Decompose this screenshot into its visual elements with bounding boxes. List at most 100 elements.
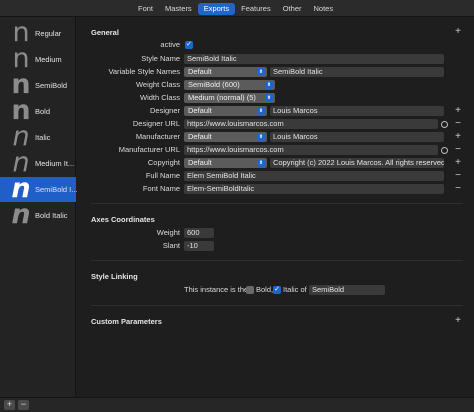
sidebar-item-semibold-italic[interactable]: n SemiBold I... bbox=[0, 177, 78, 202]
sidebar-item-label: Bold Italic bbox=[35, 211, 68, 220]
instances-sidebar: n Regular n Medium n SemiBold n Bold n I… bbox=[0, 17, 78, 397]
sidebar-item-label: Medium bbox=[35, 55, 62, 64]
manufacturer-language-popup[interactable]: Default ⬍ bbox=[184, 132, 267, 142]
copyright-label: Copyright bbox=[147, 158, 180, 167]
sidebar-item-regular[interactable]: n Regular bbox=[0, 21, 76, 46]
slant-axis-label: Slant bbox=[162, 241, 180, 250]
tab-features[interactable]: Features bbox=[235, 3, 277, 15]
bold-link-label: Bold, bbox=[256, 285, 274, 294]
font-name-label: Font Name bbox=[142, 184, 180, 193]
weight-class-popup[interactable]: SemiBold (600) ⬍ bbox=[184, 80, 275, 90]
remove-instance-button[interactable]: − bbox=[18, 400, 29, 410]
chevron-updown-icon: ⬍ bbox=[257, 68, 265, 76]
chevron-updown-icon: ⬍ bbox=[257, 159, 265, 167]
designer-language-popup[interactable]: Default ⬍ bbox=[184, 106, 267, 116]
sidebar-item-label: SemiBold bbox=[35, 81, 68, 90]
slant-axis-field[interactable]: -10 bbox=[184, 241, 214, 251]
add-copyright-button[interactable]: + bbox=[453, 158, 463, 168]
add-general-parameter-button[interactable]: + bbox=[453, 27, 463, 37]
full-name-field[interactable]: Elem SemiBold Italic bbox=[184, 171, 444, 181]
section-title-style-linking: Style Linking bbox=[91, 272, 138, 281]
sidebar-item-label: Italic bbox=[35, 133, 51, 142]
popup-value: Default bbox=[188, 132, 212, 141]
active-checkbox[interactable]: ✓ bbox=[185, 41, 193, 49]
tab-exports[interactable]: Exports bbox=[197, 3, 236, 15]
popup-value: Default bbox=[188, 67, 212, 76]
sidebar-item-label: SemiBold I... bbox=[35, 185, 78, 194]
chevron-updown-icon: ⬍ bbox=[265, 94, 273, 102]
glyph-preview: n bbox=[12, 151, 30, 176]
style-name-field[interactable]: SemiBold Italic bbox=[184, 54, 444, 64]
sidebar-item-italic[interactable]: n Italic bbox=[0, 125, 76, 150]
section-divider bbox=[91, 203, 463, 204]
sidebar-item-bold[interactable]: n Bold bbox=[0, 99, 76, 124]
top-toolbar: Font Masters Exports Features Other Note… bbox=[0, 0, 474, 17]
tab-other[interactable]: Other bbox=[277, 3, 308, 15]
italic-link-checkbox[interactable]: ✓ bbox=[273, 286, 281, 294]
manufacturer-field[interactable]: Louis Marcos bbox=[270, 132, 444, 142]
add-designer-button[interactable]: + bbox=[453, 106, 463, 116]
italic-link-label: Italic of bbox=[283, 285, 307, 294]
section-divider bbox=[91, 260, 463, 261]
chevron-updown-icon: ⬍ bbox=[265, 81, 273, 89]
tab-notes[interactable]: Notes bbox=[308, 3, 340, 15]
style-linking-prefix: This instance is the bbox=[184, 285, 249, 294]
sidebar-item-bold-italic[interactable]: n Bold Italic bbox=[0, 203, 76, 228]
glyph-preview: n bbox=[11, 73, 31, 98]
designer-field[interactable]: Louis Marcos bbox=[270, 106, 444, 116]
designer-url-label: Designer URL bbox=[132, 119, 180, 128]
manufacturer-url-field[interactable]: https://www.louismarcos.com bbox=[184, 145, 438, 155]
open-link-icon[interactable] bbox=[441, 121, 448, 128]
variable-style-name-field[interactable]: SemiBold Italic bbox=[270, 67, 444, 77]
remove-designer-url-button[interactable]: − bbox=[453, 119, 463, 129]
bold-link-checkbox[interactable] bbox=[246, 286, 254, 294]
variable-style-language-popup[interactable]: Default ⬍ bbox=[184, 67, 267, 77]
designer-url-field[interactable]: https://www.louismarcos.com bbox=[184, 119, 438, 129]
popup-value: Medium (normal) (5) bbox=[188, 93, 256, 102]
remove-manufacturer-url-button[interactable]: − bbox=[453, 145, 463, 155]
section-title-axes: Axes Coordinates bbox=[91, 215, 155, 224]
sidebar-item-label: Bold bbox=[35, 107, 51, 116]
copyright-language-popup[interactable]: Default ⬍ bbox=[184, 158, 267, 168]
section-divider bbox=[91, 305, 463, 306]
add-manufacturer-button[interactable]: + bbox=[453, 132, 463, 142]
remove-full-name-button[interactable]: − bbox=[453, 171, 463, 181]
sidebar-item-label: Medium It... bbox=[35, 159, 75, 168]
remove-font-name-button[interactable]: − bbox=[453, 184, 463, 194]
full-name-label: Full Name bbox=[145, 171, 180, 180]
sidebar-item-medium[interactable]: n Medium bbox=[0, 47, 76, 72]
instance-settings-panel: General + active ✓ Style Name SemiBold I… bbox=[77, 17, 474, 397]
add-instance-button[interactable]: + bbox=[4, 400, 15, 410]
sidebar-item-label: Regular bbox=[35, 29, 62, 38]
variable-style-names-label: Variable Style Names bbox=[108, 67, 180, 76]
open-link-icon[interactable] bbox=[441, 147, 448, 154]
active-label: active bbox=[160, 40, 180, 49]
sidebar-item-semibold[interactable]: n SemiBold bbox=[0, 73, 76, 98]
manufacturer-url-label: Manufacturer URL bbox=[118, 145, 180, 154]
chevron-updown-icon: ⬍ bbox=[257, 133, 265, 141]
font-name-field[interactable]: Elem-SemiBoldItalic bbox=[184, 184, 444, 194]
width-class-label: Width Class bbox=[139, 93, 180, 102]
tab-masters[interactable]: Masters bbox=[159, 3, 198, 15]
glyph-preview: n bbox=[11, 203, 31, 228]
copyright-field[interactable]: Copyright (c) 2022 Louis Marcos. All rig… bbox=[270, 158, 444, 168]
weight-axis-label: Weight bbox=[156, 228, 180, 237]
style-name-label: Style Name bbox=[141, 54, 180, 63]
popup-value: Default bbox=[188, 106, 212, 115]
glyph-preview: n bbox=[12, 47, 30, 72]
chevron-updown-icon: ⬍ bbox=[257, 107, 265, 115]
weight-axis-field[interactable]: 600 bbox=[184, 228, 214, 238]
glyph-preview: n bbox=[11, 177, 31, 202]
manufacturer-label: Manufacturer bbox=[135, 132, 180, 141]
width-class-popup[interactable]: Medium (normal) (5) ⬍ bbox=[184, 93, 275, 103]
linked-style-field[interactable]: SemiBold bbox=[309, 285, 385, 295]
designer-label: Designer bbox=[149, 106, 180, 115]
glyph-preview: n bbox=[11, 99, 31, 124]
tab-font[interactable]: Font bbox=[132, 3, 159, 15]
bottom-bar: + − bbox=[0, 397, 474, 412]
section-title-custom-parameters: Custom Parameters bbox=[91, 317, 162, 326]
add-custom-parameter-button[interactable]: + bbox=[453, 316, 463, 326]
weight-class-label: Weight Class bbox=[135, 80, 180, 89]
popup-value: SemiBold (600) bbox=[188, 80, 240, 89]
sidebar-item-medium-italic[interactable]: n Medium It... bbox=[0, 151, 76, 176]
